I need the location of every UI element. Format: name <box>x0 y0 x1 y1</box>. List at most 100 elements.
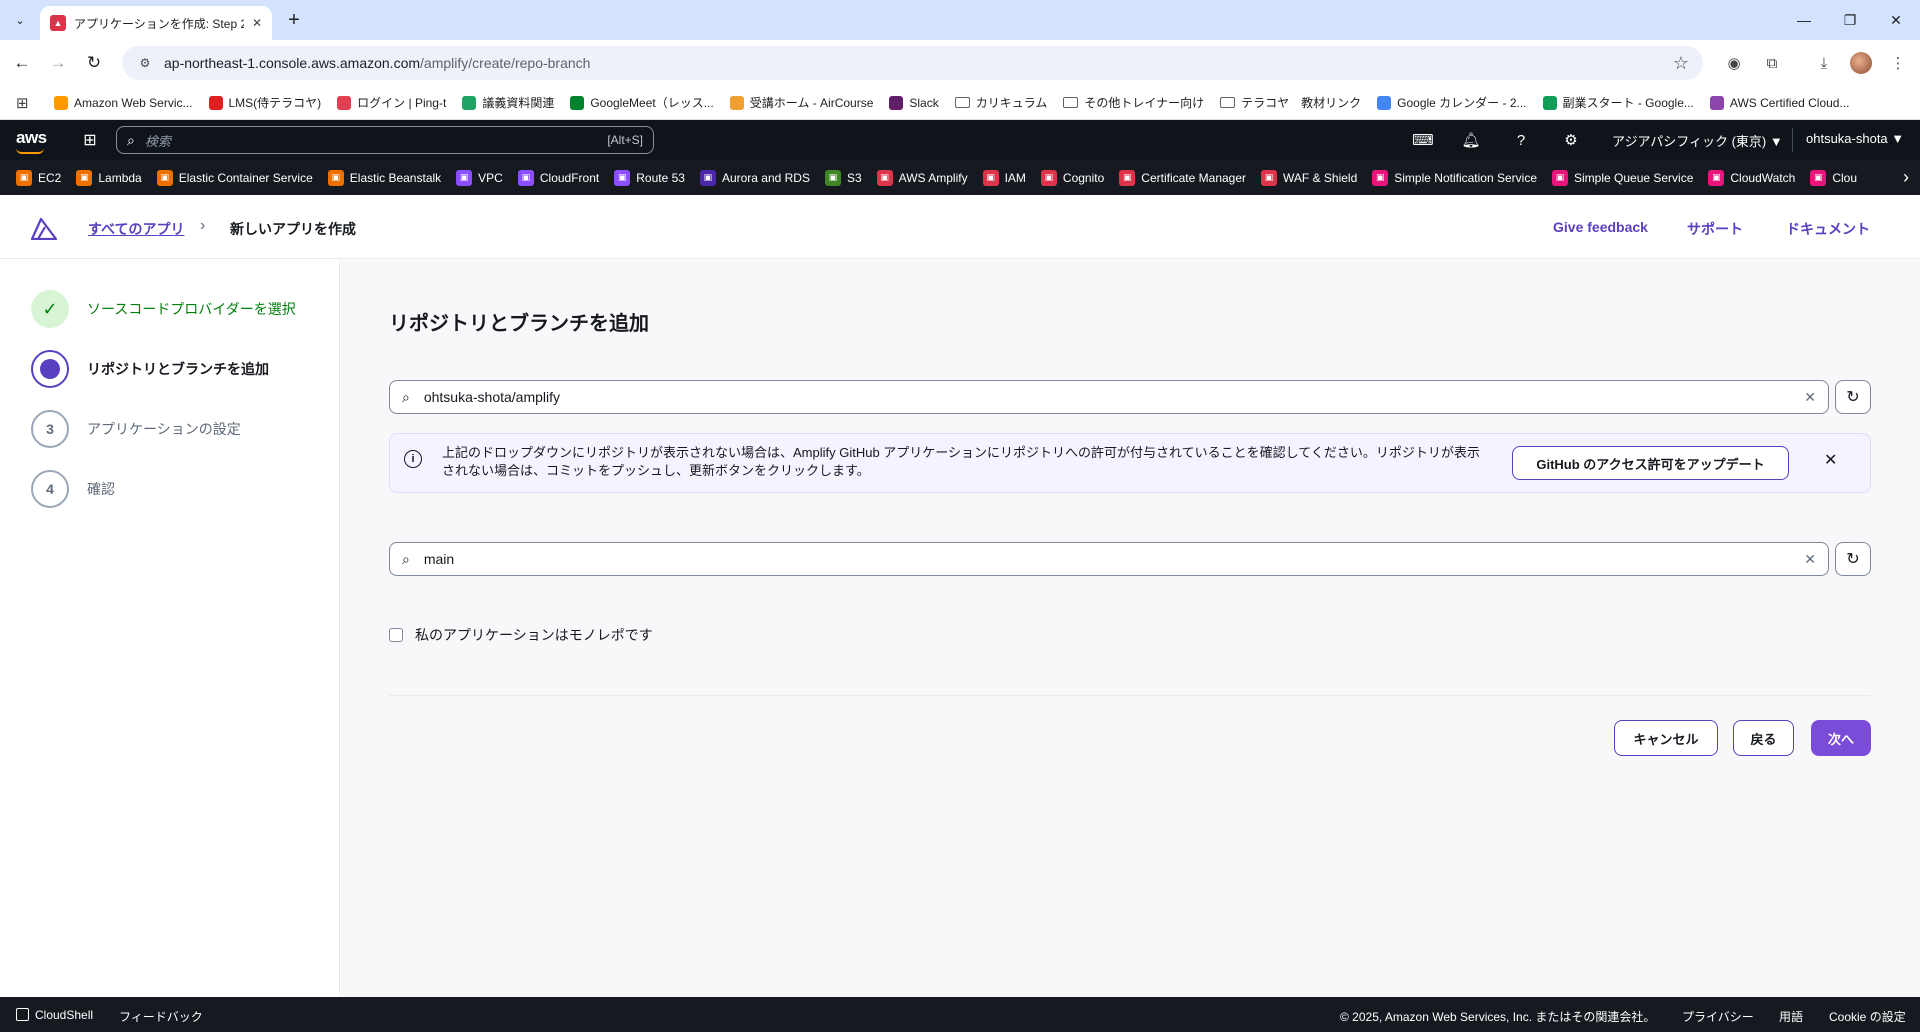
breadcrumb-all-apps[interactable]: すべてのアプリ <box>88 219 184 239</box>
bookmark-item[interactable]: Slack <box>889 95 939 110</box>
aws-logo[interactable]: aws <box>16 128 47 148</box>
favorite-service[interactable]: ▣ Simple Notification Service <box>1372 169 1537 186</box>
favorite-service[interactable]: ▣ CloudFront <box>517 169 599 186</box>
help-icon[interactable]: ? <box>1511 130 1531 150</box>
favorite-service[interactable]: ▣ Cognito <box>1040 169 1104 186</box>
back-button[interactable]: 戻る <box>1733 720 1794 756</box>
refresh-repositories-button[interactable]: ↻ <box>1835 380 1871 414</box>
minimize-icon[interactable]: — <box>1792 8 1816 32</box>
aws-console-header: aws ⊞ ⌕ 検索 [Alt+S] ⌨ 🔔︎ ? ⚙ アジアパシフィック (東… <box>0 120 1920 160</box>
privacy-link[interactable]: プライバシー <box>1682 1008 1754 1025</box>
amplify-logo-icon[interactable] <box>30 216 58 240</box>
aws-search-input[interactable]: ⌕ 検索 [Alt+S] <box>116 126 654 154</box>
cloudshell-link[interactable]: CloudShell <box>16 1008 93 1022</box>
feedback-link[interactable]: フィードバック <box>119 1008 203 1025</box>
bookmark-item[interactable]: その他トレイナー向け <box>1063 94 1204 111</box>
forward-icon[interactable]: → <box>46 51 70 75</box>
apps-grid-icon[interactable]: ⊞ <box>16 94 40 112</box>
bookmark-item[interactable]: AWS Certified Cloud... <box>1709 95 1850 110</box>
check-icon: ✓ <box>31 290 69 328</box>
more-menu-icon[interactable]: ⋮ <box>1886 51 1910 75</box>
bookmark-item[interactable]: Google カレンダー - 2... <box>1377 94 1527 111</box>
favorite-service[interactable]: ▣ Route 53 <box>614 169 685 186</box>
favorite-service[interactable]: ▣ AWS Amplify <box>876 169 968 186</box>
notifications-bell-icon[interactable]: 🔔︎ <box>1461 130 1481 150</box>
bookmark-item[interactable]: 副業スタート - Google... <box>1542 94 1694 111</box>
favorite-service[interactable]: ▣ VPC <box>456 169 503 186</box>
support-link[interactable]: サポート <box>1687 219 1743 239</box>
next-button[interactable]: 次へ <box>1811 720 1871 756</box>
bookmark-favicon-icon <box>1709 95 1724 110</box>
give-feedback-link[interactable]: Give feedback <box>1553 219 1648 235</box>
search-icon: ⌕ <box>402 550 410 567</box>
favorite-service[interactable]: ▣ IAM <box>982 169 1026 186</box>
back-icon[interactable]: ← <box>10 51 34 75</box>
bookmark-favicon-icon <box>1377 95 1392 110</box>
docs-link[interactable]: ドキュメント <box>1786 219 1870 239</box>
monorepo-checkbox[interactable] <box>389 628 403 642</box>
favorite-service[interactable]: ▣ Aurora and RDS <box>699 169 810 186</box>
repository-select[interactable]: ⌕ ohtsuka-shota/amplify ✕ <box>389 380 1829 414</box>
favorite-service[interactable]: ▣ Elastic Beanstalk <box>327 169 441 186</box>
region-selector[interactable]: アジアパシフィック (東京) ▼ <box>1612 131 1783 150</box>
refresh-branches-button[interactable]: ↻ <box>1835 542 1871 576</box>
favorite-service[interactable]: ▣ Clou <box>1810 169 1857 186</box>
camera-icon[interactable]: ◉ <box>1722 51 1746 75</box>
tab-search-icon[interactable]: ⌄ <box>8 8 32 32</box>
download-icon[interactable]: ⤓ <box>1812 51 1836 75</box>
favorite-service[interactable]: ▣ Elastic Container Service <box>156 169 313 186</box>
bookmark-item[interactable]: ログイン | Ping-t <box>337 94 446 111</box>
address-bar[interactable]: ⚙ ap-northeast-1.console.aws.amazon.com/… <box>122 46 1703 80</box>
step-number: 4 <box>31 470 69 508</box>
bookmark-star-icon[interactable]: ☆ <box>1673 53 1689 74</box>
favorite-service[interactable]: ▣ Lambda <box>76 169 142 186</box>
account-menu[interactable]: ohtsuka-shota ▼ <box>1806 131 1904 146</box>
favorites-scroll-right-icon[interactable]: › <box>1892 160 1920 195</box>
favorite-service[interactable]: ▣ EC2 <box>16 169 61 186</box>
bookmark-item[interactable]: Amazon Web Servic... <box>54 95 193 110</box>
clear-icon[interactable]: ✕ <box>1804 389 1816 406</box>
service-label: CloudWatch <box>1730 170 1796 185</box>
service-icon: ▣ <box>1119 169 1136 186</box>
monorepo-label[interactable]: 私のアプリケーションはモノレポです <box>415 625 653 645</box>
bookmark-item[interactable]: 受講ホーム - AirCourse <box>729 94 873 111</box>
settings-gear-icon[interactable]: ⚙ <box>1561 130 1581 150</box>
extensions-icon[interactable]: ⧉ <box>1760 51 1784 75</box>
restore-icon[interactable]: ❐ <box>1838 8 1862 32</box>
favorite-service[interactable]: ▣ Simple Queue Service <box>1552 169 1693 186</box>
cookie-settings-link[interactable]: Cookie の設定 <box>1829 1008 1906 1025</box>
site-info-icon[interactable]: ⚙ <box>136 54 154 72</box>
cancel-button[interactable]: キャンセル <box>1614 720 1718 756</box>
bookmark-item[interactable]: テラコヤ 教材リンク <box>1220 94 1361 111</box>
clear-icon[interactable]: ✕ <box>1804 551 1816 568</box>
profile-avatar[interactable] <box>1850 52 1872 74</box>
service-icon: ▣ <box>699 169 716 186</box>
bookmark-item[interactable]: GoogleMeet（レッス... <box>570 94 714 111</box>
new-tab-icon[interactable]: + <box>282 8 306 32</box>
favorite-service[interactable]: ▣ CloudWatch <box>1708 169 1796 186</box>
cloudshell-icon[interactable]: ⌨ <box>1412 130 1434 150</box>
tab-close-icon[interactable]: ✕ <box>252 16 262 30</box>
dismiss-alert-icon[interactable]: ✕ <box>1824 450 1837 470</box>
step-number: 3 <box>31 410 69 448</box>
browser-tab[interactable]: ▲ アプリケーションを作成: Step 2 - リポジトリとブランチを追加 ✕ <box>40 6 272 40</box>
favorite-service[interactable]: ▣ S3 <box>824 169 862 186</box>
branch-value[interactable]: main <box>424 551 1790 567</box>
bookmark-item[interactable]: カリキュラム <box>954 94 1047 111</box>
favorite-service[interactable]: ▣ Certificate Manager <box>1119 169 1246 186</box>
close-window-icon[interactable]: ✕ <box>1884 8 1908 32</box>
bookmark-favicon-icon <box>337 95 352 110</box>
branch-select[interactable]: ⌕ main ✕ <box>389 542 1829 576</box>
reload-icon[interactable]: ↻ <box>82 51 106 75</box>
step-1[interactable]: ✓ ソースコードプロバイダーを選択 <box>31 289 296 329</box>
bookmark-item[interactable]: 議義資料関連 <box>462 94 554 111</box>
service-icon: ▣ <box>1810 169 1827 186</box>
monorepo-checkbox-row[interactable]: 私のアプリケーションはモノレポです <box>389 625 653 645</box>
bookmark-item[interactable]: LMS(侍テラコヤ) <box>208 94 321 111</box>
repository-value[interactable]: ohtsuka-shota/amplify <box>424 389 1790 405</box>
url-text[interactable]: ap-northeast-1.console.aws.amazon.com/am… <box>164 55 1673 71</box>
terms-link[interactable]: 用語 <box>1779 1008 1803 1025</box>
update-github-permissions-button[interactable]: GitHub のアクセス許可をアップデート <box>1512 446 1789 480</box>
services-grid-icon[interactable]: ⊞ <box>80 130 100 150</box>
favorite-service[interactable]: ▣ WAF & Shield <box>1261 169 1357 186</box>
